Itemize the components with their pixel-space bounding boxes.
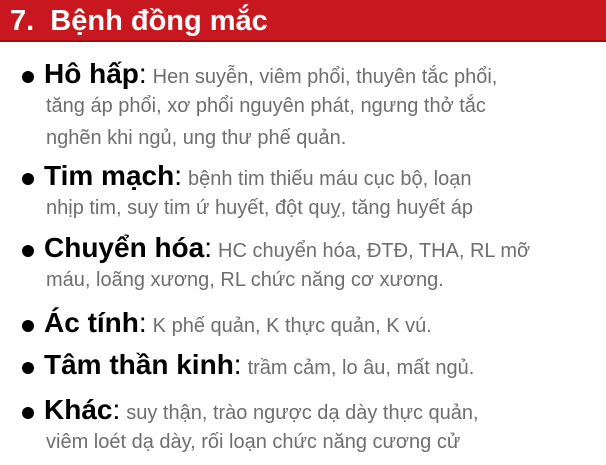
bullet-icon: [22, 70, 34, 83]
item-term: Ác tính: [44, 307, 139, 338]
bullet-icon: [22, 406, 34, 419]
title-bar: 7. Bệnh đồng mắc: [0, 0, 606, 42]
item-term: Chuyển hóa: [44, 232, 205, 263]
item-desc-line: nghẽn khi ngủ, ung thư phế quản.: [46, 127, 347, 149]
item-term: Tim mạch: [44, 160, 175, 191]
item-term: Tâm thần kinh: [44, 349, 234, 380]
item-colon: :: [138, 307, 147, 338]
slide-title: 7. Bệnh đồng mắc: [10, 5, 268, 37]
item-desc-line: Hen suyễn, viêm phổi, thuyên tắc phổi,: [152, 66, 498, 88]
bullet-icon: [22, 319, 34, 332]
item-term: Khác: [44, 394, 113, 425]
item-desc-line: nhịp tim, suy tim ứ huyết, đột quỵ, tăng…: [46, 197, 473, 219]
item-colon: :: [138, 58, 147, 89]
bullet-icon: [22, 172, 34, 185]
item-desc-line: HC chuyển hóa, ĐTĐ, THA, RL mỡ: [218, 240, 531, 262]
item-desc-line: bệnh tim thiếu máu cục bộ, loạn: [187, 168, 472, 190]
item-colon: :: [204, 232, 213, 263]
bullet-icon: [22, 244, 34, 257]
list-item-tam-than-kinh: Tâm thần kinh: trầm cảm, lo âu, mất ngủ.: [22, 349, 592, 381]
item-desc-line: máu, loãng xương, RL chức năng cơ xương.: [46, 269, 444, 291]
item-term: Hô hấp: [44, 58, 139, 89]
item-colon: :: [233, 349, 242, 380]
list-item-khac: Khác: suy thận, trào ngược dạ dày thực qu…: [22, 394, 592, 458]
bullet-icon: [22, 361, 34, 374]
item-desc-line: tăng áp phổi, xơ phổi nguyên phát, ngưng…: [46, 95, 486, 117]
list-item-ho-hap: Hô hấp: Hen suyễn, viêm phổi, thuyên tắc …: [22, 58, 592, 154]
list-item-chuyen-hoa: Chuyển hóa: HC chuyển hóa, ĐTĐ, THA, RL m…: [22, 232, 592, 296]
item-desc-line: viêm loét dạ dày, rối loạn chức năng cươ…: [46, 431, 461, 453]
list-item-ac-tinh: Ác tính: K phế quản, K thực quản, K vú.: [22, 307, 592, 339]
list-item-tim-mach: Tim mạch: bệnh tim thiếu máu cục bộ, loạn…: [22, 160, 592, 224]
item-desc-line: K phế quản, K thực quản, K vú.: [152, 315, 432, 337]
item-colon: :: [174, 160, 182, 191]
item-colon: :: [112, 394, 121, 425]
item-desc-line: trầm cảm, lo âu, mất ngủ.: [247, 357, 475, 379]
item-desc-line: suy thận, trào ngược dạ dày thực quản,: [126, 402, 479, 424]
